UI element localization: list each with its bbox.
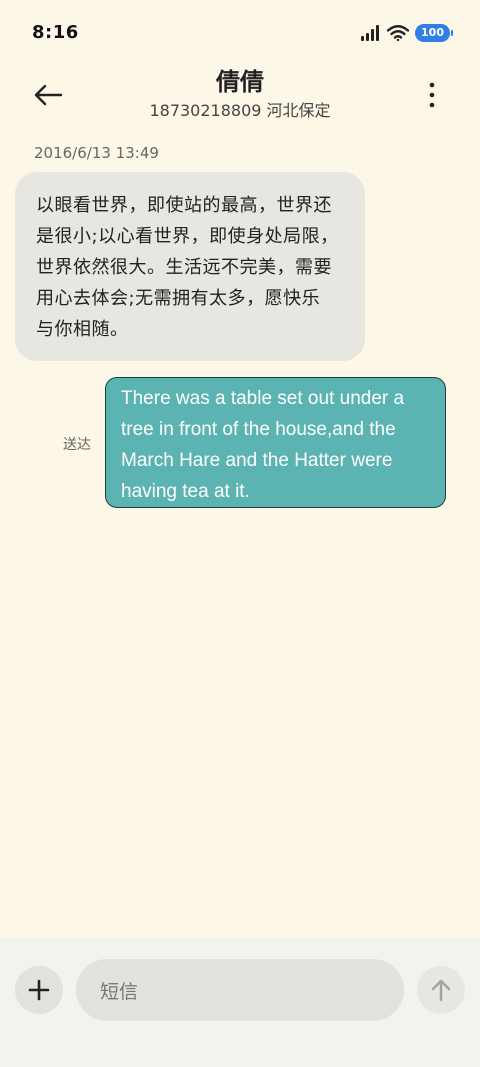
sent-message-bubble[interactable]: There was a table set out under a tree i… [105,377,446,508]
message-line: 世界依然很大。生活远不完美，需要 [36,257,332,278]
send-button[interactable] [417,966,465,1014]
conversation-header: 倩倩 18730218809 河北保定 [0,60,480,130]
contact-detail: 18730218809 河北保定 [149,101,331,120]
message-line: tree in front of the house,and the [121,419,396,440]
delivery-status: 送达 [63,437,91,453]
composer-bar: 短信 [0,938,480,1067]
plus-icon [28,979,50,1001]
contact-title-block: 倩倩 18730218809 河北保定 [80,66,400,122]
message-line: 是很小;以心看世界，即使身处局限， [36,226,339,247]
message-line: 以眼看世界，即使站的最高，世界还 [36,195,332,216]
arrow-up-icon [431,979,451,1002]
battery-icon: 100 [415,24,453,42]
signal-icon [361,25,380,41]
wifi-icon [387,25,410,41]
status-bar: 8:16 100 [0,0,480,64]
more-vertical-icon [429,82,435,108]
message-line: 与你相随。 [36,319,129,340]
received-message-bubble[interactable]: 以眼看世界，即使站的最高，世界还 是很小;以心看世界，即使身处局限， 世界依然很… [15,172,365,361]
arrow-left-icon [34,84,63,106]
message-line: having tea at it. [121,481,250,502]
message-line: March Hare and the Hatter were [121,450,393,471]
message-line: There was a table set out under a [121,388,405,409]
message-line: 用心去体会;无需拥有太多，愿快乐 [36,288,321,309]
message-timestamp: 2016/6/13 13:49 [34,144,159,162]
more-options-button[interactable] [420,75,444,115]
status-time: 8:16 [32,22,79,43]
message-input-placeholder: 短信 [100,980,139,1003]
message-input[interactable]: 短信 [76,959,404,1021]
status-icons: 100 [361,22,453,44]
back-button[interactable] [28,75,68,115]
add-attachment-button[interactable] [15,966,63,1014]
contact-name: 倩倩 [216,68,264,96]
